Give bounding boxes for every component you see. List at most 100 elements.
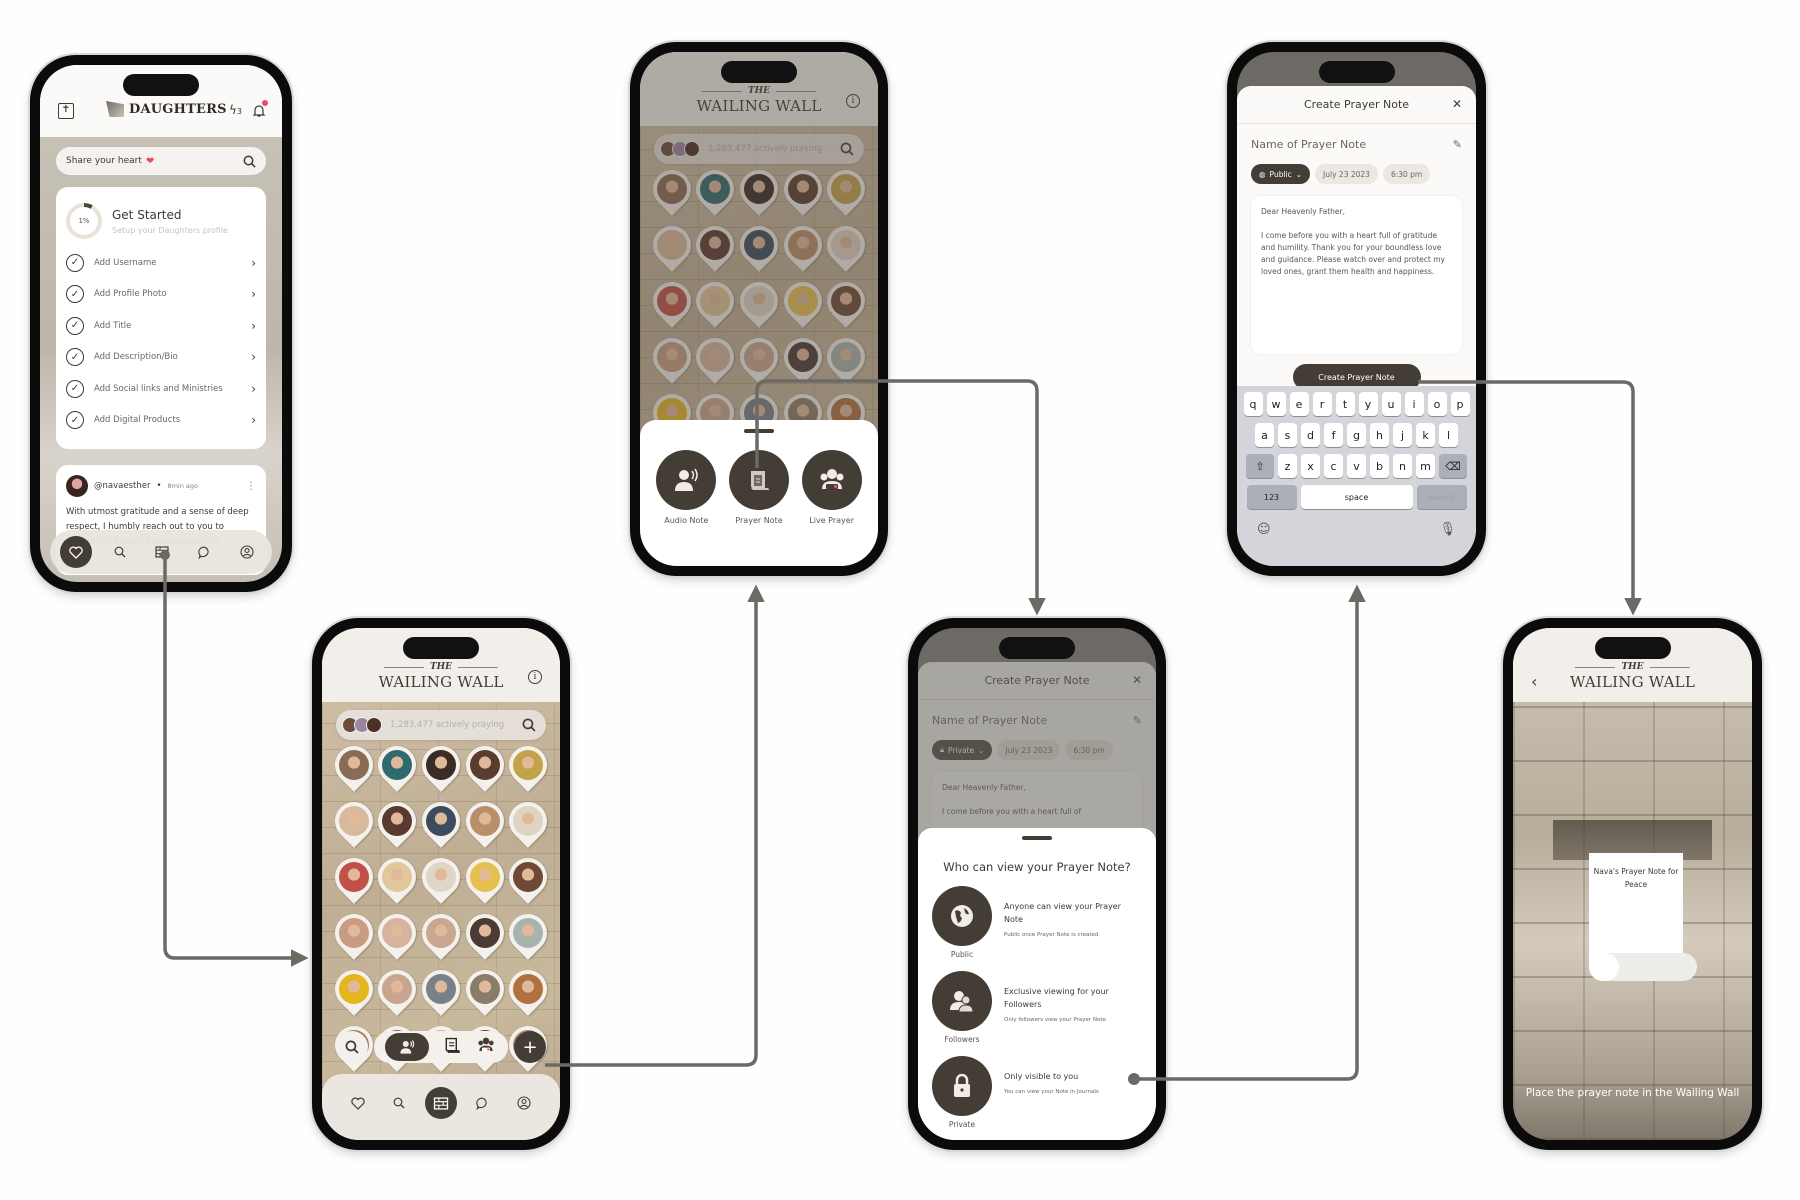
tab-profile[interactable] [232, 537, 262, 567]
prayer-pin[interactable] [414, 738, 468, 792]
pencil-icon[interactable]: ✎ [1453, 138, 1462, 151]
prayer-pin[interactable] [414, 850, 468, 904]
prayer-pin[interactable] [326, 962, 381, 1016]
more-options-icon[interactable]: ⋮ [246, 481, 256, 492]
backspace-key[interactable]: ⌫ [1439, 454, 1467, 478]
prayer-pin[interactable] [326, 738, 381, 792]
task-item[interactable]: ✓ Add Description/Bio › [66, 342, 256, 374]
audio-note-button[interactable]: Audio Note [656, 450, 717, 525]
key-w[interactable]: w [1266, 392, 1286, 416]
prayer-pin[interactable] [501, 794, 556, 848]
search-icon[interactable] [522, 718, 536, 732]
key-e[interactable]: e [1289, 392, 1309, 416]
key-p[interactable]: p [1450, 392, 1470, 416]
prayer-pin[interactable] [414, 794, 468, 848]
note-body-textarea[interactable]: Dear Heavenly Father, I come before you … [1251, 196, 1462, 354]
key-c[interactable]: c [1324, 454, 1343, 478]
prayer-note-button[interactable]: Prayer Note [728, 450, 789, 525]
prayer-pin[interactable] [370, 962, 425, 1016]
tab-wailing-wall[interactable] [147, 537, 177, 567]
prayer-pin[interactable] [370, 794, 425, 848]
numbers-key[interactable]: 123 [1246, 485, 1297, 509]
bible-icon[interactable]: ✝ [58, 103, 74, 119]
note-name-field[interactable]: Name of Prayer Note ✎ [1237, 124, 1476, 164]
filter-audio-notes[interactable] [384, 1033, 429, 1061]
prayer-pin[interactable] [457, 962, 512, 1016]
space-key[interactable]: space [1300, 485, 1413, 509]
search-icon[interactable] [243, 155, 256, 168]
tab-messages[interactable] [189, 537, 219, 567]
key-q[interactable]: q [1243, 392, 1263, 416]
prayer-pin[interactable] [501, 850, 556, 904]
task-item[interactable]: ✓ Add Digital Products › [66, 405, 256, 437]
key-t[interactable]: t [1335, 392, 1355, 416]
tab-search[interactable] [384, 1088, 414, 1118]
tab-home[interactable] [60, 536, 93, 568]
visibility-option-followers[interactable]: Followers Exclusive viewing for your Fol… [932, 971, 1142, 1044]
prayer-pin[interactable] [414, 962, 468, 1016]
filter-prayer-notes[interactable] [442, 1035, 462, 1059]
prayer-pin[interactable] [414, 906, 468, 960]
emoji-icon[interactable]: ☺ [1257, 522, 1271, 537]
task-item[interactable]: ✓ Add Title › [66, 310, 256, 342]
key-l[interactable]: l [1439, 423, 1458, 447]
tab-messages[interactable] [468, 1088, 498, 1118]
key-g[interactable]: g [1347, 423, 1366, 447]
prayer-pin[interactable] [326, 906, 381, 960]
filter-live-prayer[interactable] [475, 1035, 497, 1059]
key-z[interactable]: z [1278, 454, 1297, 478]
key-u[interactable]: u [1381, 392, 1401, 416]
post-username[interactable]: @navaesther [94, 481, 150, 491]
key-n[interactable]: n [1393, 454, 1412, 478]
key-x[interactable]: x [1301, 454, 1320, 478]
task-item[interactable]: ✓ Add Profile Photo › [66, 279, 256, 311]
avatar[interactable] [66, 475, 88, 497]
date-chip[interactable]: July 23 2023 [1315, 164, 1378, 184]
key-o[interactable]: o [1427, 392, 1447, 416]
key-a[interactable]: a [1255, 423, 1274, 447]
tab-wailing-wall[interactable] [424, 1087, 457, 1119]
key-m[interactable]: m [1416, 454, 1435, 478]
prayer-pin[interactable] [457, 794, 512, 848]
close-icon[interactable]: ✕ [1452, 97, 1462, 111]
prayer-pin[interactable] [501, 962, 556, 1016]
key-r[interactable]: r [1312, 392, 1332, 416]
key-f[interactable]: f [1324, 423, 1343, 447]
key-s[interactable]: s [1278, 423, 1297, 447]
wall-search-bar[interactable]: 1,283,477 actively praying [336, 710, 546, 740]
prayer-pin[interactable] [501, 906, 556, 960]
sheet-handle[interactable] [744, 429, 774, 433]
prayer-pin[interactable] [457, 850, 512, 904]
prayer-pin[interactable] [457, 738, 512, 792]
task-item[interactable]: ✓ Add Username › [66, 247, 256, 279]
prayer-pin[interactable] [457, 906, 512, 960]
visibility-option-private[interactable]: Private Only visible to you You can view… [932, 1056, 1142, 1129]
prayer-pin[interactable] [370, 906, 425, 960]
prayer-pin[interactable] [326, 850, 381, 904]
notification-button[interactable] [252, 100, 268, 117]
info-icon[interactable]: i [528, 670, 542, 684]
tab-profile[interactable] [509, 1088, 539, 1118]
key-y[interactable]: y [1358, 392, 1378, 416]
tab-home[interactable] [343, 1088, 373, 1118]
prayer-pin[interactable] [370, 850, 425, 904]
time-chip[interactable]: 6:30 pm [1382, 164, 1431, 184]
visibility-option-public[interactable]: Public Anyone can view your Prayer Note … [932, 886, 1142, 959]
prayer-note-paper[interactable]: Nava's Prayer Note for Peace [1589, 853, 1683, 965]
key-h[interactable]: h [1370, 423, 1389, 447]
key-k[interactable]: k [1416, 423, 1435, 447]
rolled-note-handle[interactable] [1589, 953, 1697, 981]
search-key[interactable]: search [1416, 485, 1467, 509]
prayer-pin[interactable] [501, 738, 556, 792]
add-prayer-button[interactable]: + [514, 1031, 546, 1063]
shift-key[interactable]: ⇧ [1246, 454, 1274, 478]
key-b[interactable]: b [1370, 454, 1389, 478]
share-heart-search[interactable]: Share your heart ❤ [56, 147, 266, 175]
key-j[interactable]: j [1393, 423, 1412, 447]
wall-search-button[interactable] [336, 1031, 368, 1063]
live-prayer-button[interactable]: Live Prayer [801, 450, 862, 525]
key-v[interactable]: v [1347, 454, 1366, 478]
microphone-icon[interactable]: 🎙︎ [1439, 522, 1456, 537]
visibility-dropdown[interactable]: ◍ Public ⌄ [1251, 164, 1311, 184]
key-i[interactable]: i [1404, 392, 1424, 416]
